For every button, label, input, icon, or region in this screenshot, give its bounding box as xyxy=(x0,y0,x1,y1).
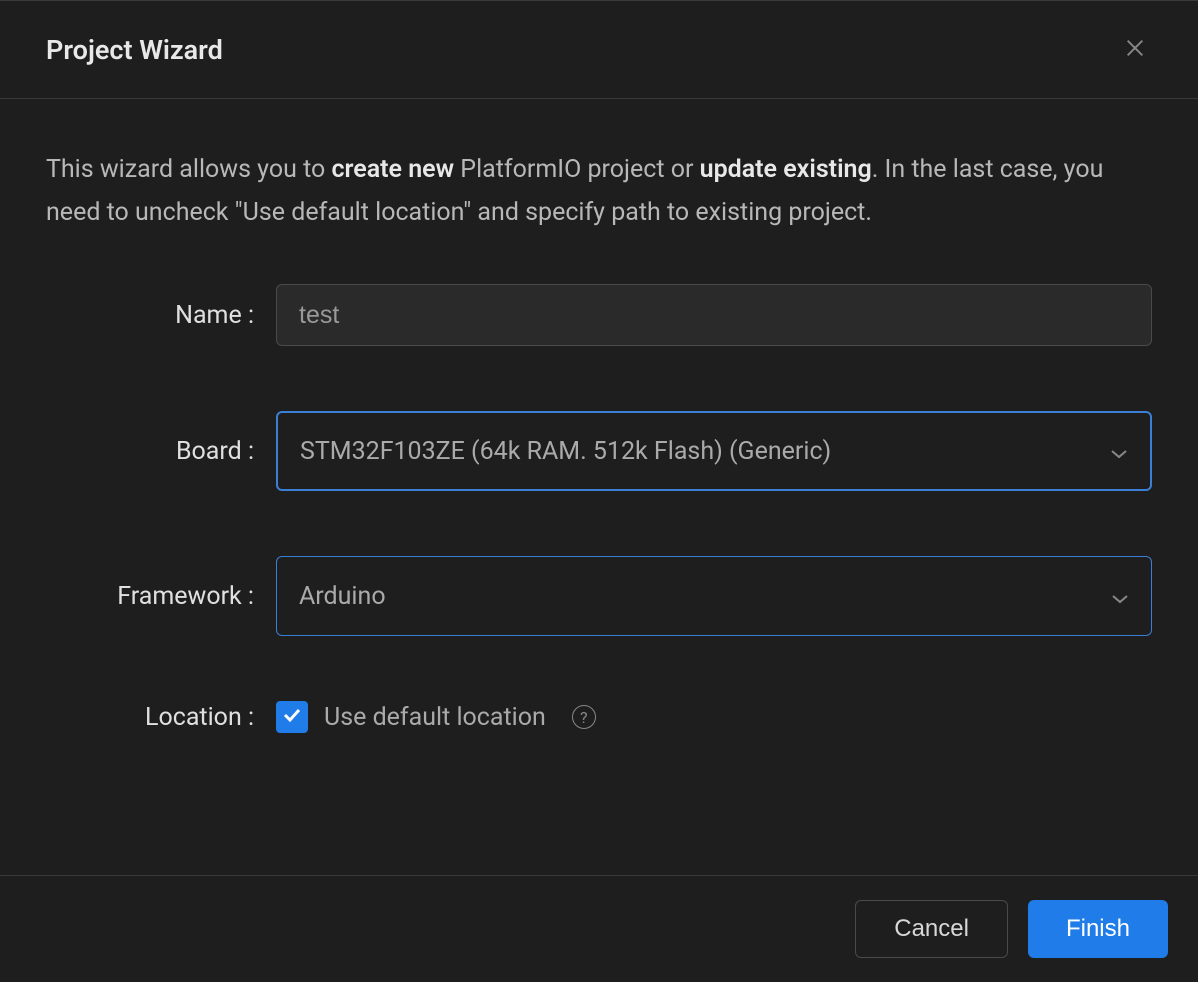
finish-button[interactable]: Finish xyxy=(1028,900,1168,958)
form-row-board: Board : STM32F103ZE (64k RAM. 512k Flash… xyxy=(46,411,1152,491)
board-select[interactable]: STM32F103ZE (64k RAM. 512k Flash) (Gener… xyxy=(276,411,1152,491)
chevron-down-icon xyxy=(1111,582,1129,611)
board-label: Board : xyxy=(46,437,276,466)
close-icon xyxy=(1124,37,1146,62)
location-checkbox[interactable] xyxy=(276,701,308,733)
help-icon[interactable]: ? xyxy=(572,705,596,729)
project-wizard-modal: Project Wizard This wizard allows you to… xyxy=(0,0,1198,982)
close-button[interactable] xyxy=(1118,31,1152,68)
location-checkbox-label: Use default location xyxy=(324,703,546,732)
location-label: Location : xyxy=(46,703,276,732)
checkmark-icon xyxy=(282,707,302,727)
modal-body: This wizard allows you to create new Pla… xyxy=(0,99,1198,875)
description-text: PlatformIO project or xyxy=(454,155,700,184)
framework-select[interactable]: Arduino xyxy=(276,556,1152,636)
location-checkbox-row: Use default location ? xyxy=(276,701,1152,733)
framework-select-value: Arduino xyxy=(299,582,386,611)
form-row-name: Name : xyxy=(46,284,1152,346)
modal-footer: Cancel Finish xyxy=(0,875,1198,982)
name-input[interactable] xyxy=(276,284,1152,346)
description-bold: create new xyxy=(331,155,454,184)
wizard-description: This wizard allows you to create new Pla… xyxy=(46,149,1152,234)
description-text: This wizard allows you to xyxy=(46,155,331,184)
form-row-location: Location : Use default location ? xyxy=(46,701,1152,733)
modal-title: Project Wizard xyxy=(46,34,223,66)
form-row-framework: Framework : Arduino xyxy=(46,556,1152,636)
description-bold: update existing xyxy=(700,155,872,184)
modal-header: Project Wizard xyxy=(0,1,1198,99)
framework-label: Framework : xyxy=(46,582,276,611)
chevron-down-icon xyxy=(1110,437,1128,466)
name-label: Name : xyxy=(46,301,276,330)
cancel-button[interactable]: Cancel xyxy=(855,900,1008,958)
board-select-value: STM32F103ZE (64k RAM. 512k Flash) (Gener… xyxy=(300,437,831,466)
